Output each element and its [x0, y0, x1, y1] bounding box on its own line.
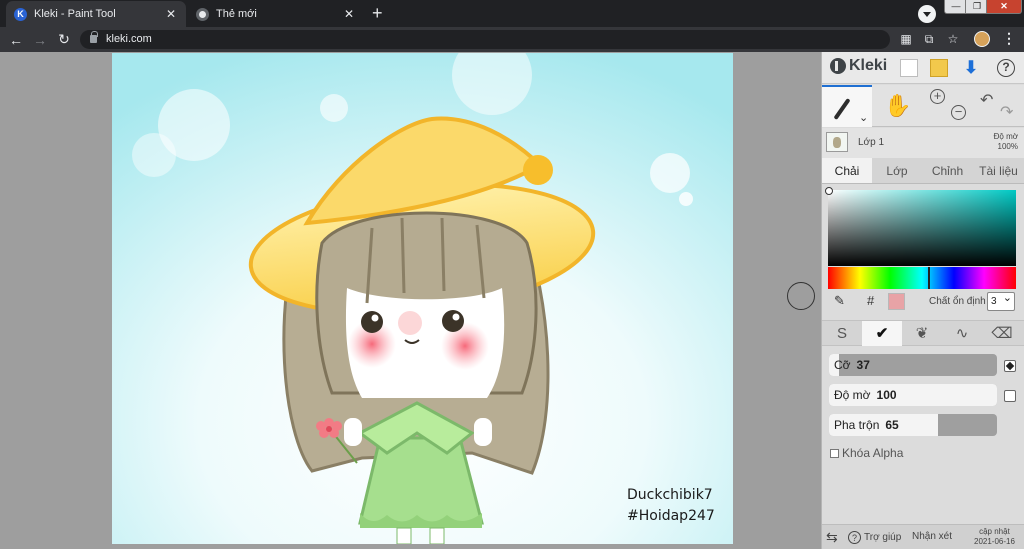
- color-picker-area[interactable]: [825, 187, 1016, 266]
- kleki-favicon: K: [14, 7, 27, 21]
- tool-row: ⌄ ✋ + − ↶ ↷: [822, 85, 1024, 127]
- hand-icon[interactable]: ✋: [884, 93, 911, 119]
- size-pressure-icon[interactable]: [1004, 360, 1016, 372]
- zoom-out-icon[interactable]: −: [951, 105, 966, 120]
- browser-toolbar: ← → ↻ kleki.com: [0, 27, 1024, 52]
- stabilizer-label: Chất ổn định: [929, 296, 986, 307]
- layer-opacity: Độ mờ 100%: [994, 132, 1018, 152]
- pixel-brush-icon[interactable]: ∿: [942, 321, 982, 346]
- blend-brush-icon[interactable]: ✔: [862, 321, 902, 346]
- update-note[interactable]: cập nhật 2021-06-16: [974, 527, 1015, 547]
- update-label: cập nhật: [979, 527, 1010, 536]
- close-window-icon[interactable]: ✕: [986, 0, 1022, 14]
- blend-slider[interactable]: Pha trộn 65: [829, 414, 997, 436]
- alpha-lock-label: Khóa Alpha: [842, 446, 904, 460]
- new-icon[interactable]: [900, 59, 918, 77]
- help-button[interactable]: ? Trợ giúp: [848, 531, 901, 544]
- artwork: [112, 53, 733, 544]
- drawing-canvas[interactable]: Duckchibik7 #Hoidap247: [112, 53, 733, 544]
- tab-brush[interactable]: Chải: [822, 158, 872, 183]
- qr-icon[interactable]: ▦: [898, 31, 914, 47]
- help-label: Trợ giúp: [864, 532, 902, 543]
- tab-layers[interactable]: Lớp: [872, 158, 922, 183]
- zoom-tool: + −: [930, 89, 970, 123]
- blend-slider-label: Pha trộn 65: [834, 418, 899, 432]
- url-text: kleki.com: [106, 33, 152, 45]
- help-icon: ?: [848, 531, 861, 544]
- app-name: Kleki: [849, 57, 888, 74]
- eraser-icon[interactable]: ⌫: [982, 321, 1022, 346]
- panel-footer: ⇆ ? Trợ giúp Nhận xét cập nhật 2021-06-1…: [822, 524, 1024, 549]
- layer-opacity-value: 100%: [997, 142, 1018, 151]
- panel-header: Kleki ⬇ ?: [822, 52, 1024, 84]
- brush-cursor: [787, 282, 815, 310]
- layer-opacity-label: Độ mờ: [993, 132, 1018, 141]
- avatar[interactable]: [974, 31, 990, 47]
- tool-panel: Kleki ⬇ ? ⌄ ✋ + − ↶ ↷ Lớp 1 Độ mờ 100% C…: [821, 52, 1024, 549]
- back-icon[interactable]: ←: [4, 32, 28, 48]
- tab-strip: K Kleki - Paint Tool ✕ Thẻ mới ✕ + — ❐ ✕: [0, 0, 1024, 27]
- tab-file[interactable]: Tài liệu: [973, 158, 1024, 183]
- zoom-in-icon[interactable]: +: [930, 89, 945, 104]
- lock-icon[interactable]: [90, 31, 98, 43]
- workspace[interactable]: Duckchibik7 #Hoidap247: [0, 52, 821, 549]
- save-icon[interactable]: [930, 59, 948, 77]
- star-icon[interactable]: ☆: [945, 31, 961, 47]
- pen-brush-icon[interactable]: S: [822, 321, 862, 346]
- kleki-logo-icon: [830, 58, 846, 74]
- new-tab-button[interactable]: +: [372, 3, 383, 23]
- undo-icon[interactable]: ↶: [980, 90, 993, 110]
- sketchy-brush-icon[interactable]: ❦: [902, 321, 942, 346]
- layer-preview[interactable]: Lớp 1 Độ mờ 100%: [822, 128, 1024, 158]
- feedback-button[interactable]: Nhận xét: [912, 531, 952, 542]
- tab-edit[interactable]: Chỉnh: [922, 158, 973, 183]
- eyedropper-icon[interactable]: ✎: [834, 293, 845, 309]
- tab-search-icon[interactable]: [918, 5, 936, 23]
- menu-icon[interactable]: ⋮: [1002, 30, 1016, 47]
- brush-icon: [833, 98, 851, 120]
- size-slider[interactable]: Cỡ 37: [829, 354, 997, 376]
- chevron-down-icon[interactable]: ⌄: [859, 111, 868, 124]
- reload-icon[interactable]: ↻: [52, 31, 76, 48]
- panel-tabs: Chải Lớp Chỉnh Tài liệu: [822, 158, 1024, 184]
- watermark: Duckchibik7 #Hoidap247: [627, 485, 715, 527]
- chrome-favicon: [196, 7, 209, 21]
- tab-kleki[interactable]: K Kleki - Paint Tool ✕: [6, 1, 186, 27]
- current-color-swatch[interactable]: [888, 293, 905, 310]
- alpha-lock-checkbox[interactable]: Khóa Alpha: [830, 446, 903, 460]
- layer-thumbnail: [826, 132, 848, 152]
- checkbox-icon[interactable]: [830, 448, 839, 458]
- tab-new[interactable]: Thẻ mới ✕: [188, 1, 364, 27]
- hue-marker[interactable]: [928, 267, 930, 289]
- forward-icon[interactable]: →: [28, 32, 52, 48]
- stabilizer-select[interactable]: 3: [987, 290, 1015, 311]
- close-tab-icon[interactable]: ✕: [164, 7, 178, 21]
- close-tab-icon[interactable]: ✕: [342, 7, 356, 21]
- kleki-logo[interactable]: Kleki: [830, 57, 887, 75]
- swap-side-icon[interactable]: ⇆: [826, 529, 838, 546]
- address-bar[interactable]: kleki.com: [80, 30, 890, 49]
- opacity-pressure-icon[interactable]: [1004, 390, 1016, 402]
- tab-title: Thẻ mới: [216, 8, 257, 20]
- redo-icon[interactable]: ↷: [1000, 102, 1013, 122]
- brush-tool-button[interactable]: ⌄: [822, 85, 872, 127]
- translate-icon[interactable]: ⧉: [921, 31, 937, 47]
- help-icon[interactable]: ?: [997, 59, 1015, 77]
- hue-slider[interactable]: [828, 267, 1016, 289]
- opacity-slider-label: Độ mờ 100: [834, 388, 897, 402]
- layer-name: Lớp 1: [858, 137, 885, 148]
- tab-title: Kleki - Paint Tool: [34, 8, 116, 20]
- opacity-slider[interactable]: Độ mờ 100: [829, 384, 997, 406]
- download-icon[interactable]: ⬇: [962, 59, 980, 77]
- watermark-line: #Hoidap247: [627, 508, 715, 524]
- brush-types: S ✔ ❦ ∿ ⌫: [822, 320, 1024, 346]
- size-slider-label: Cỡ 37: [834, 358, 870, 372]
- watermark-line: Duckchibik7: [627, 487, 713, 503]
- update-date: 2021-06-16: [974, 537, 1015, 546]
- hex-input-button[interactable]: #: [867, 293, 874, 308]
